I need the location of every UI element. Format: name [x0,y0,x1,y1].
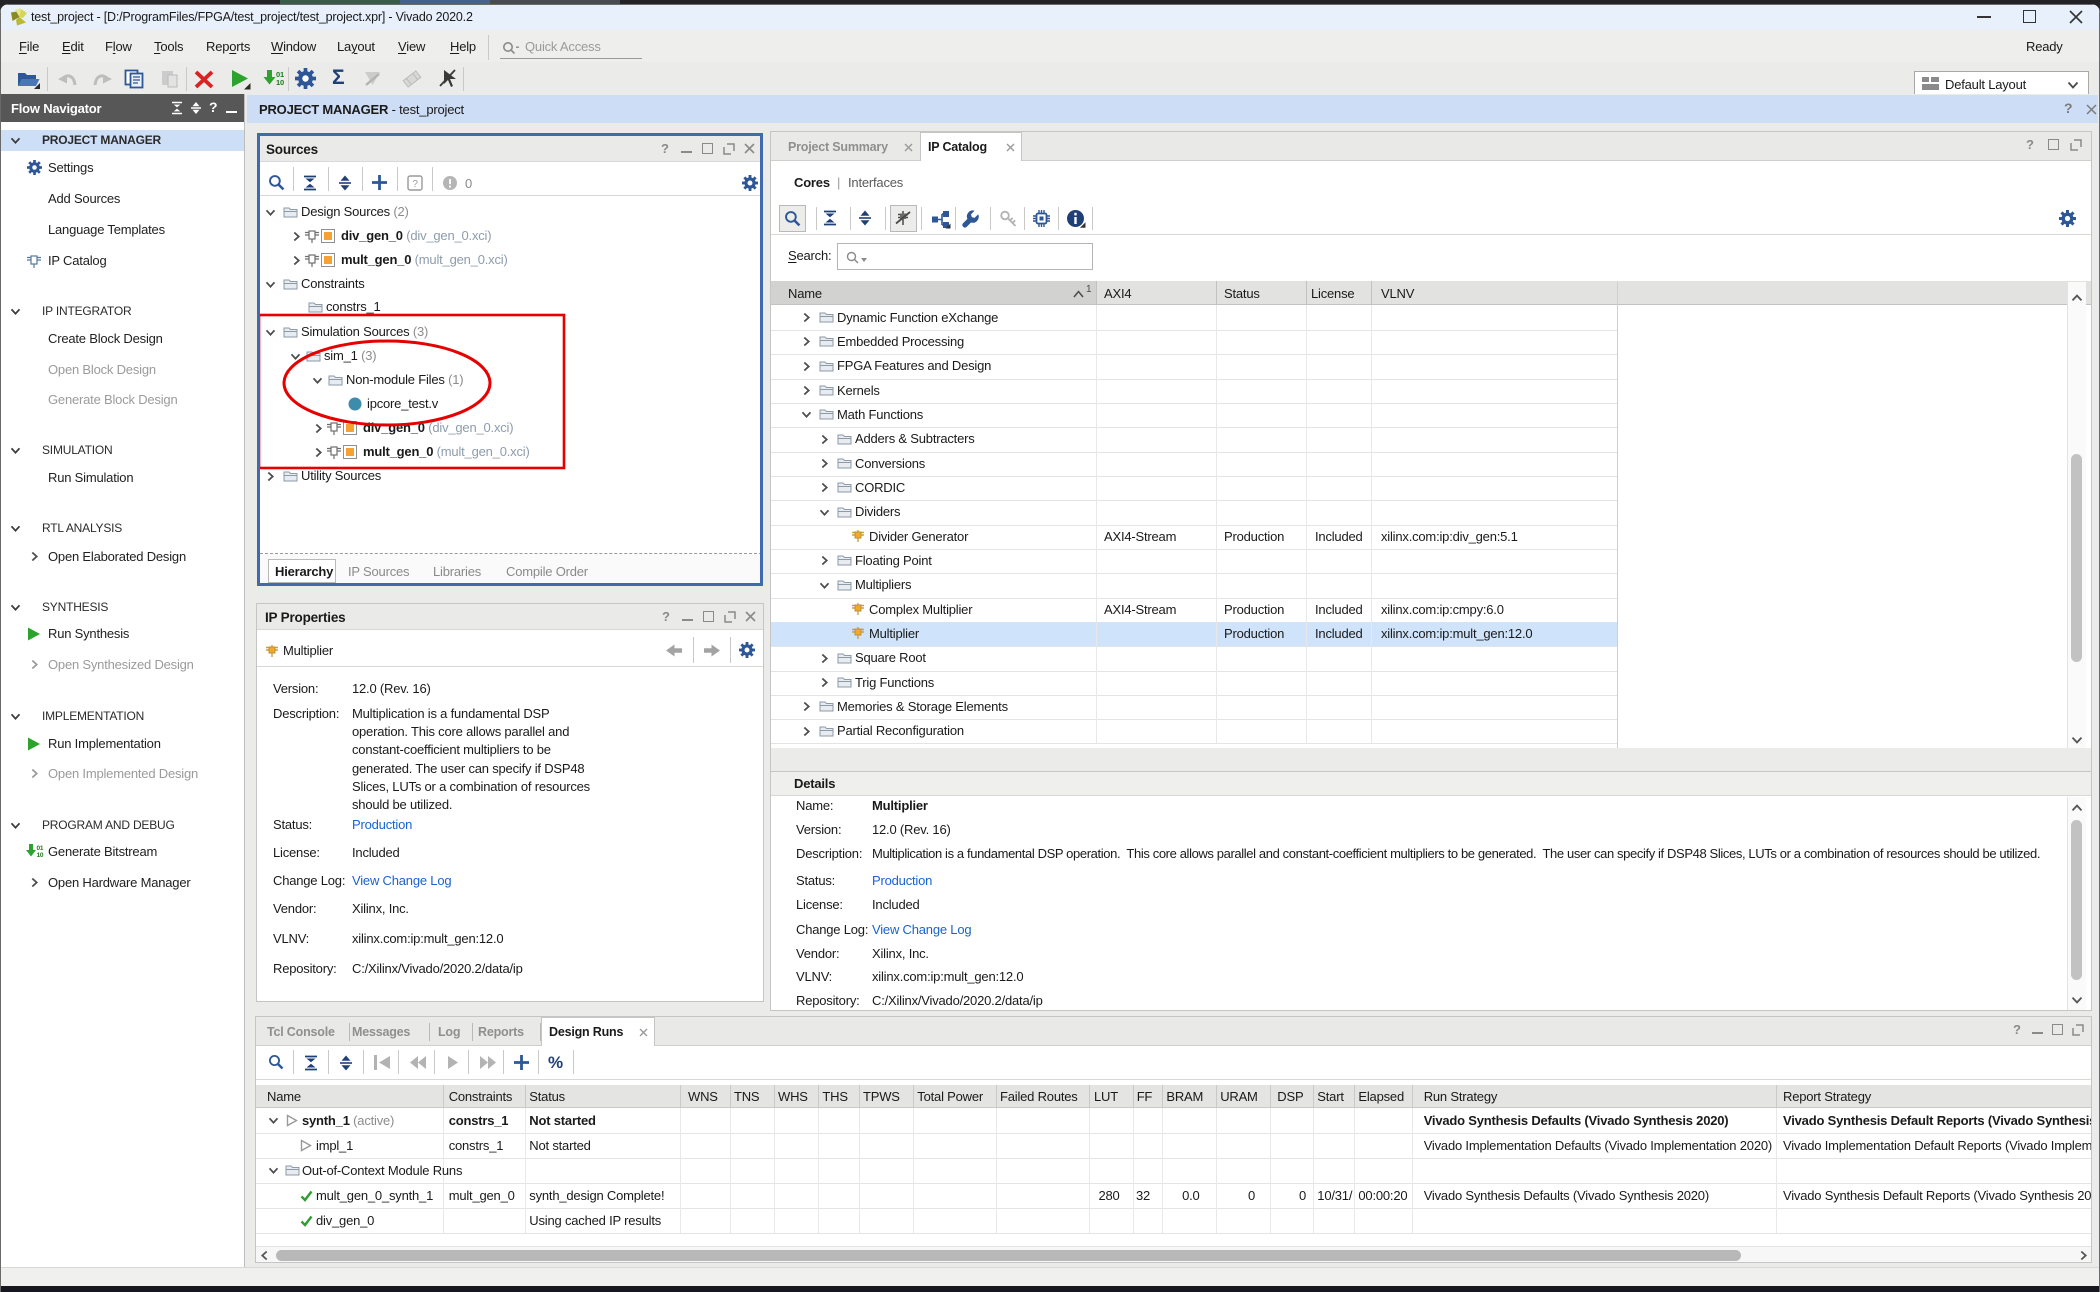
svg-text:10: 10 [276,78,284,87]
svg-text:?: ? [412,179,418,190]
svg-text:01: 01 [37,845,44,852]
svg-text:10: 10 [37,852,44,859]
